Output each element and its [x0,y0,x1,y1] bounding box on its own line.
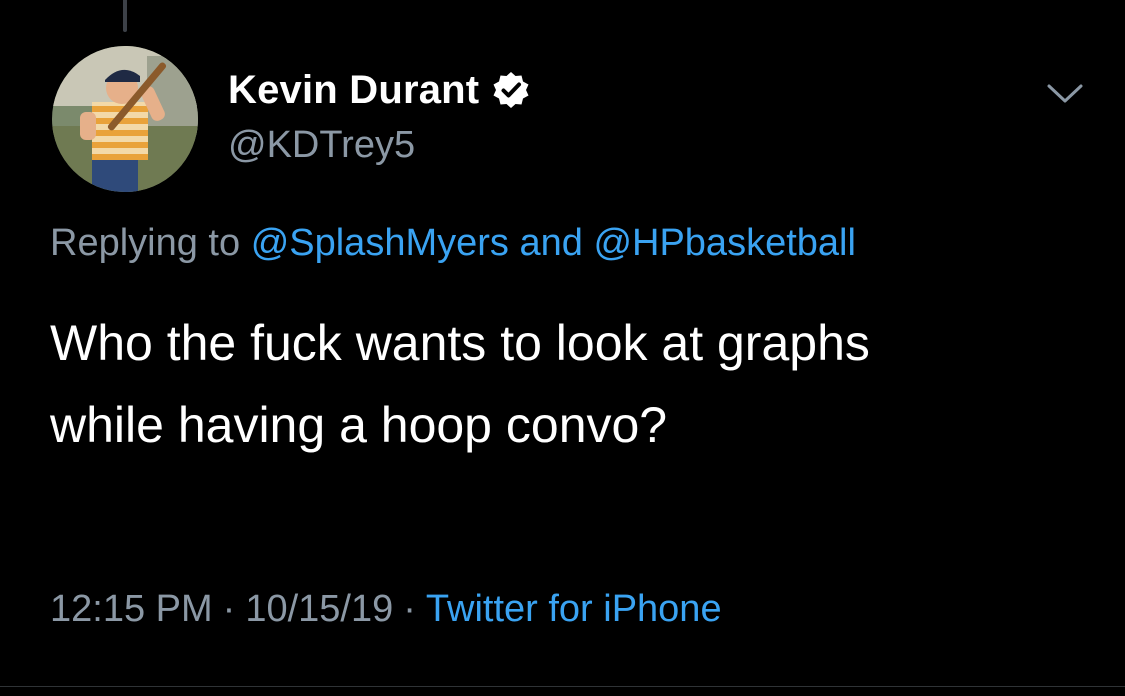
avatar[interactable] [52,46,198,192]
mention-connector[interactable]: and [519,222,582,264]
mention-link-hpbasketball[interactable]: @HPbasketball [593,222,855,264]
author-handle[interactable]: @KDTrey5 [228,124,415,167]
meta-separator: · [403,588,416,630]
tweet-text: Who the fuck wants to look at graphs whi… [50,302,1100,466]
tweet-date[interactable]: 10/15/19 [245,588,393,630]
tweet-meta: 12:15 PM · 10/15/19 · Twitter for iPhone [50,588,722,631]
chevron-down-icon[interactable] [1046,82,1084,106]
tweet-time[interactable]: 12:15 PM [50,588,213,630]
replying-to-label: Replying to [50,222,241,264]
mention-link-splashmyers[interactable]: @SplashMyers [251,222,509,264]
replying-to-line: Replying to @SplashMyers and @HPbasketba… [50,222,856,265]
tweet-source-link[interactable]: Twitter for iPhone [426,588,722,630]
author-display-name[interactable]: Kevin Durant [228,68,479,113]
tweet-text-line-1: Who the fuck wants to look at graphs [50,315,870,371]
meta-separator: · [222,588,236,630]
author-name-row: Kevin Durant [228,66,531,114]
verified-badge-icon [493,72,529,108]
thread-connector-line [123,0,127,32]
divider [0,686,1125,687]
tweet-text-line-2: while having a hoop convo? [50,397,668,453]
